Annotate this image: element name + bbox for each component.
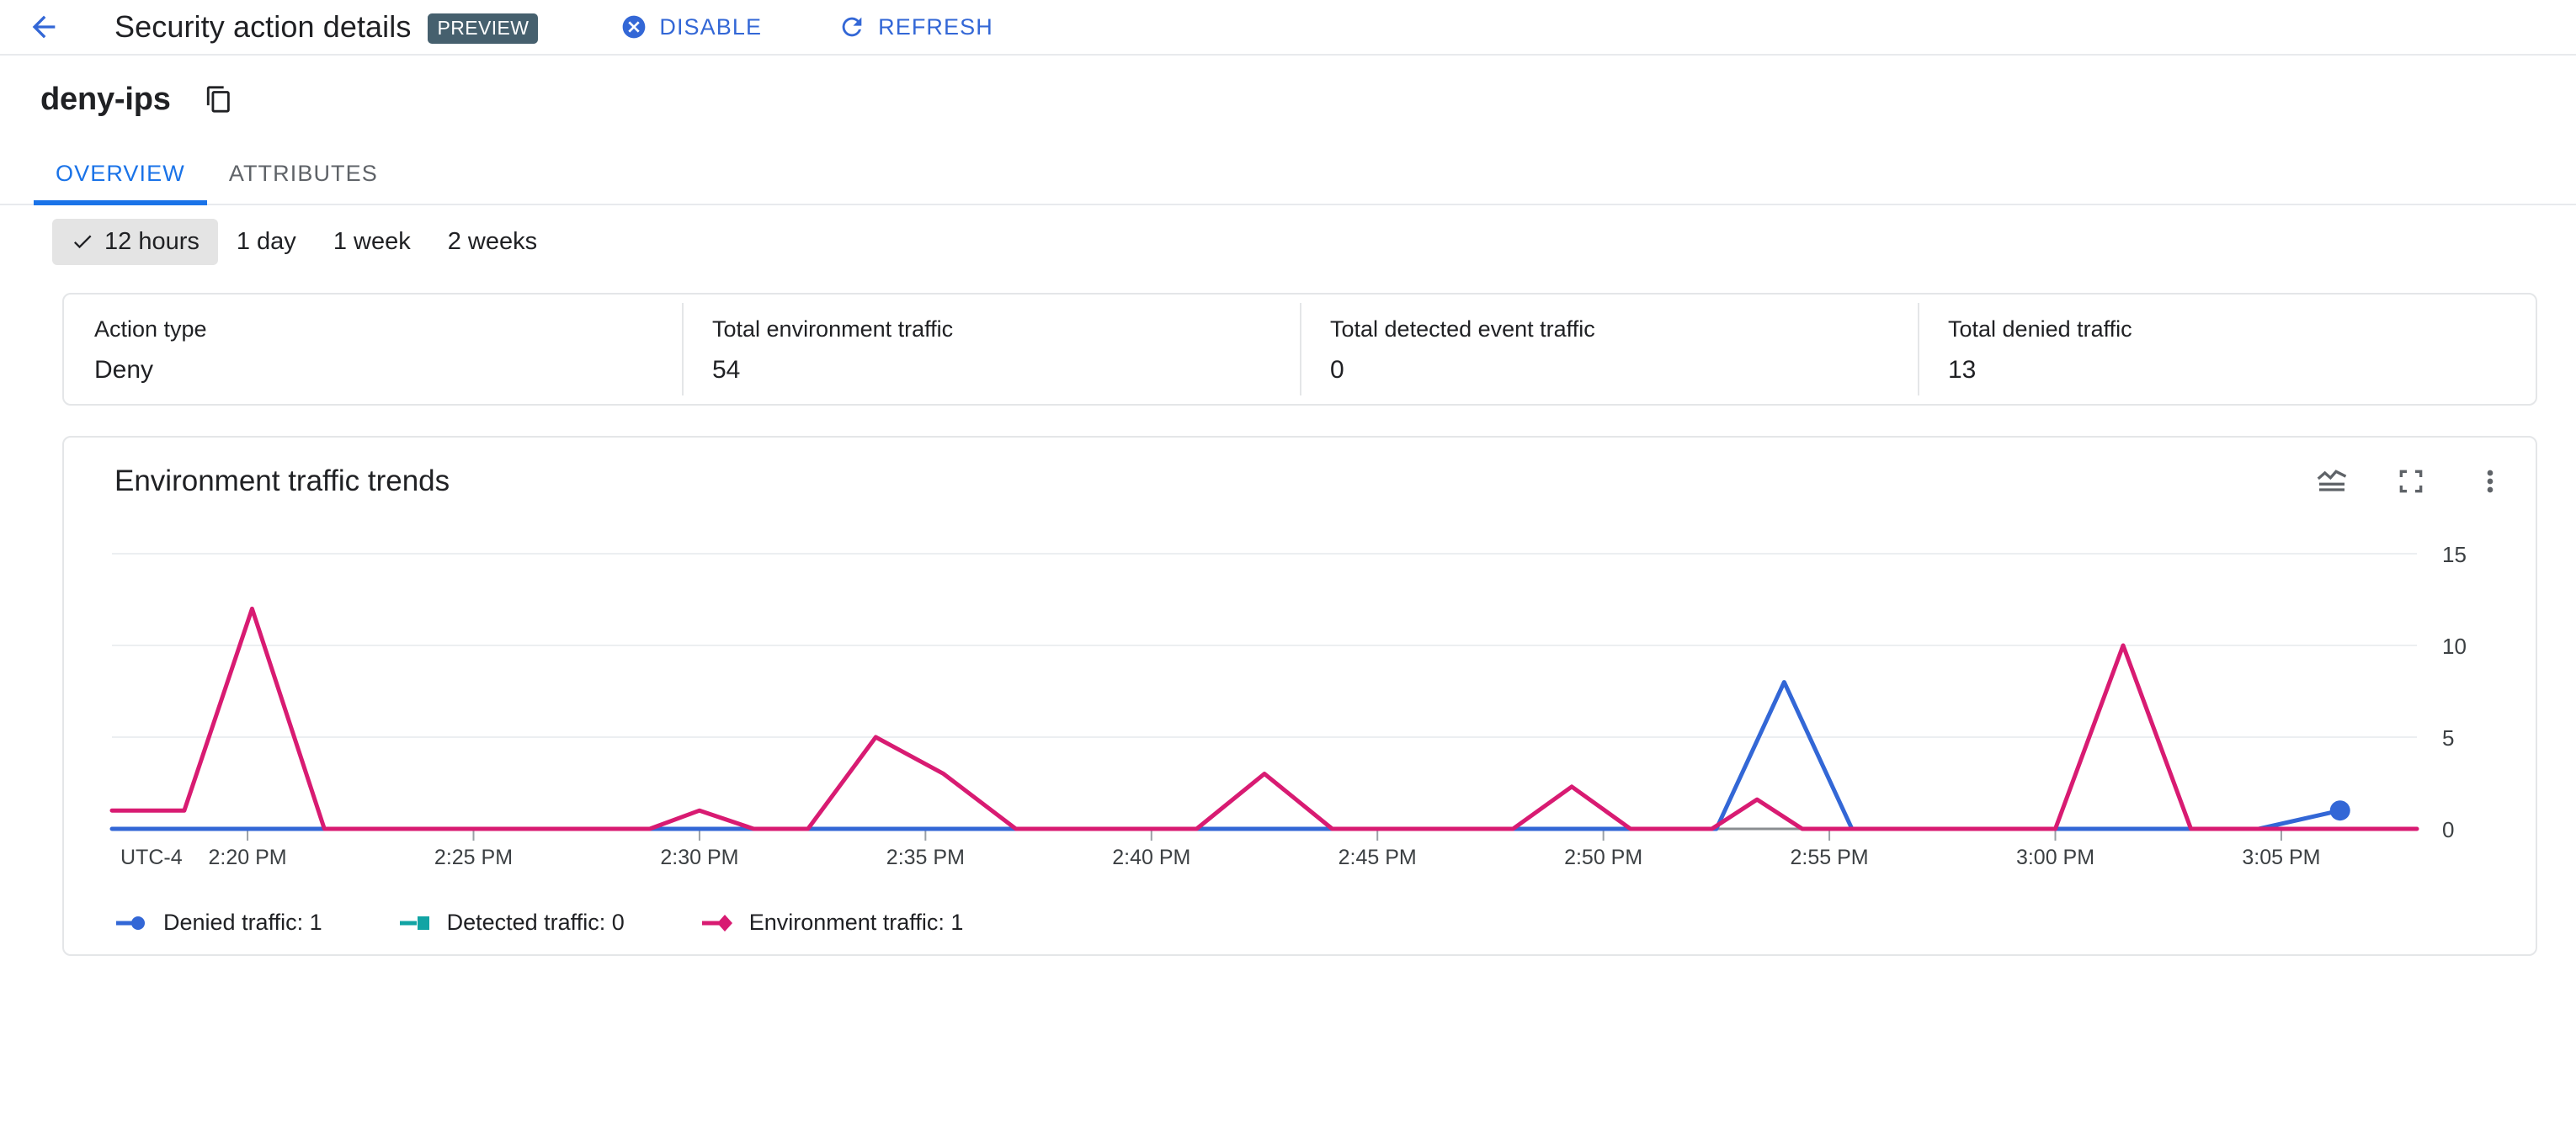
legend-square-icon [399, 916, 429, 930]
legend-item-detected-traffic[interactable]: Detected traffic: 0 [398, 910, 625, 936]
svg-text:2:20 PM: 2:20 PM [209, 846, 287, 869]
svg-text:2:30 PM: 2:30 PM [660, 846, 738, 869]
svg-text:2:55 PM: 2:55 PM [1791, 846, 1869, 869]
legend-circle-icon [116, 916, 145, 930]
arrow-back-icon [32, 15, 56, 39]
stat-total-denied-traffic: Total denied traffic 13 [1918, 295, 2536, 404]
stat-label: Total denied traffic [1948, 316, 2132, 342]
svg-text:10: 10 [2442, 634, 2467, 659]
refresh-button-label: REFRESH [878, 13, 993, 40]
preview-badge: PREVIEW [428, 13, 539, 45]
chart-series [109, 606, 2419, 831]
chart-toolbar [2315, 464, 2507, 498]
svg-text:2:50 PM: 2:50 PM [1564, 846, 1642, 869]
svg-text:15: 15 [2442, 542, 2467, 567]
page-title-text: Security action details [114, 9, 412, 44]
refresh-button[interactable]: REFRESH [838, 13, 993, 41]
chart-y-axis-labels: 0 5 10 15 [2442, 542, 2467, 842]
time-range-2-weeks[interactable]: 2 weeks [429, 219, 556, 265]
stat-total-environment-traffic: Total environment traffic 54 [682, 295, 1300, 404]
tab-overview[interactable]: OVERVIEW [34, 161, 207, 205]
chart-x-axis-labels: UTC-4 2:20 PM 2:25 PM 2:30 PM 2:35 PM 2:40 PM… [120, 846, 2320, 869]
svg-text:2:45 PM: 2:45 PM [1339, 846, 1417, 869]
page-title: Security action details PREVIEW [114, 9, 539, 45]
disable-button[interactable]: DISABLE [620, 13, 762, 40]
stat-value: 54 [712, 356, 741, 384]
stat-value: 13 [1948, 356, 1977, 384]
chart-header: Environment traffic trends [64, 438, 2536, 498]
check-icon [71, 230, 94, 253]
svg-text:5: 5 [2442, 725, 2454, 751]
stat-label: Total detected event traffic [1330, 316, 1595, 342]
copy-icon [206, 86, 230, 113]
more-vert-icon[interactable] [2473, 464, 2507, 498]
legend-label: Environment traffic: 1 [748, 910, 964, 935]
time-range-label: 1 day [236, 227, 296, 255]
chart-legend: Denied traffic: 1 Detected traffic: 0 En… [114, 910, 963, 936]
svg-text:2:25 PM: 2:25 PM [434, 846, 513, 869]
chart-plot-area: 0 5 10 15 UTC-4 2:20 PM 2:25 PM 2:30 PM 2:35 PM… [64, 530, 2536, 884]
legend-label: Detected traffic: 0 [446, 910, 625, 935]
time-range-label: 2 weeks [447, 227, 538, 255]
cancel-icon [623, 15, 646, 39]
tab-bar: OVERVIEW ATTRIBUTES [0, 143, 2576, 205]
copy-button[interactable] [205, 85, 233, 114]
stat-value: Deny [94, 356, 154, 384]
time-range-label: 12 hours [104, 227, 200, 255]
tab-attributes[interactable]: ATTRIBUTES [207, 161, 400, 204]
svg-text:3:00 PM: 3:00 PM [2016, 846, 2094, 869]
stat-action-type: Action type Deny [64, 295, 682, 404]
top-app-bar: Security action details PREVIEW DISABLE R… [0, 0, 2576, 56]
back-button[interactable] [20, 3, 67, 50]
stat-label: Total environment traffic [712, 316, 954, 342]
svg-text:0: 0 [2442, 817, 2454, 842]
chart-type-icon[interactable] [2315, 464, 2349, 498]
time-range-12-hours[interactable]: 12 hours [52, 218, 218, 265]
time-range-selector: 12 hours 1 day 1 week 2 weeks [0, 205, 2576, 278]
time-range-label: 1 week [333, 227, 411, 255]
disable-button-label: DISABLE [659, 13, 763, 40]
refresh-icon [842, 17, 862, 37]
legend-label: Denied traffic: 1 [163, 910, 322, 935]
environment-traffic-trends-card: Environment traffic trends 0 5 10 15 UTC… [62, 436, 2537, 956]
stat-label: Action type [94, 316, 207, 342]
fullscreen-icon[interactable] [2394, 464, 2428, 498]
svg-text:3:05 PM: 3:05 PM [2242, 846, 2320, 869]
chart-title: Environment traffic trends [114, 464, 450, 497]
svg-text:UTC-4: UTC-4 [120, 846, 183, 869]
stat-total-detected-event-traffic: Total detected event traffic 0 [1300, 295, 1918, 404]
legend-item-environment-traffic[interactable]: Environment traffic: 1 [700, 910, 964, 936]
svg-text:2:40 PM: 2:40 PM [1112, 846, 1190, 869]
traffic-line-chart: 0 5 10 15 UTC-4 2:20 PM 2:25 PM 2:30 PM 2:35 PM… [109, 542, 2467, 869]
time-range-1-week[interactable]: 1 week [315, 219, 429, 265]
time-range-1-day[interactable]: 1 day [218, 219, 315, 265]
svg-text:2:35 PM: 2:35 PM [886, 846, 965, 869]
resource-header: deny-ips [0, 56, 2576, 143]
summary-stats-card: Action type Deny Total environment traff… [62, 293, 2537, 406]
legend-diamond-icon [701, 914, 732, 932]
stat-value: 0 [1330, 356, 1344, 384]
resource-name: deny-ips [40, 81, 171, 117]
legend-item-denied-traffic[interactable]: Denied traffic: 1 [114, 910, 322, 936]
